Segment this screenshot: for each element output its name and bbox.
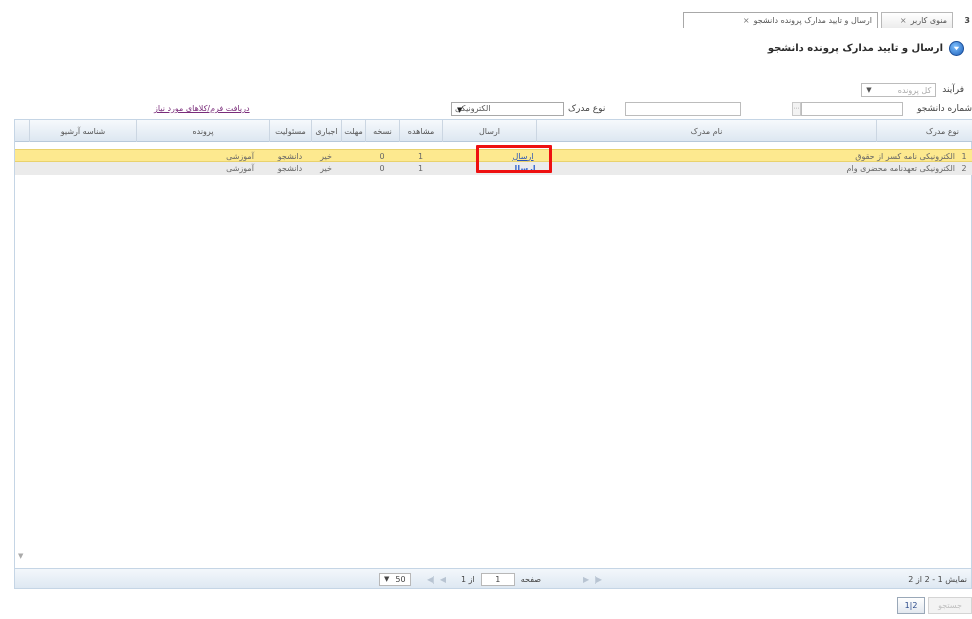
records-summary: نمایش 1 - 2 از 2 xyxy=(908,574,967,584)
col-view[interactable]: مشاهده xyxy=(399,120,442,142)
forms-download-link[interactable]: دریافت فرم/کلاهای مورد نیاز xyxy=(154,104,250,113)
tab-bar: 3 منوی کاربر × ارسال و تایید مدارک پروند… xyxy=(0,6,972,28)
mandatory-cell: خیر xyxy=(320,163,332,173)
tab-user-menu[interactable]: منوی کاربر × xyxy=(881,12,953,28)
page-title: ارسال و تایید مدارک پرونده دانشجو xyxy=(767,43,943,54)
responsible-cell: دانشجو xyxy=(277,151,303,161)
document-name: تعهدنامه محضری وام xyxy=(846,163,917,173)
page-label: صفحه xyxy=(520,574,542,584)
file-cell: آموزشی xyxy=(226,151,254,161)
grid-header: شناسه آرشیو پرونده مسئولیت اجباری مهلت ن… xyxy=(15,120,972,142)
student-number-label: شماره دانشجو xyxy=(917,103,972,114)
next-page-icon[interactable]: ◀ xyxy=(440,575,446,584)
col-mandatory[interactable]: اجباری xyxy=(311,120,341,142)
chevron-down-icon: ▼ xyxy=(457,105,463,114)
columns-button[interactable]: 1|2 xyxy=(897,597,925,614)
col-copy-count[interactable]: نسخه xyxy=(365,120,399,142)
row-number: 1 xyxy=(961,151,967,161)
col-deadline[interactable]: مهلت xyxy=(341,120,365,142)
row-number: 2 xyxy=(961,163,967,173)
filter-row: شماره دانشجو ⋯ نوع مدرک الکترونیکی ▼ دری… xyxy=(0,101,972,117)
scroll-down-icon[interactable]: ▼ xyxy=(18,552,23,560)
page-size-select[interactable]: ▼ 50 xyxy=(379,572,411,586)
col-file[interactable]: پرونده xyxy=(136,120,269,142)
col-archive-id[interactable]: شناسه آرشیو xyxy=(29,120,136,142)
responsible-cell: دانشجو xyxy=(277,163,303,173)
document-cell: الکترونیکی تعهدنامه محضری وام xyxy=(685,162,955,174)
document-search-input[interactable] xyxy=(625,101,741,116)
document-type-value: الکترونیکی xyxy=(919,163,956,173)
document-name: نامه کسر از حقوق xyxy=(855,151,917,161)
col-document-type[interactable]: نوع مدرک xyxy=(876,120,972,142)
col-document-name[interactable]: نام مدرک xyxy=(536,120,876,142)
view-cell: 1 xyxy=(417,151,424,161)
page-heading: ارسال و تایید مدارک پرونده دانشجو xyxy=(768,41,964,56)
previous-page-icon[interactable]: ▶ xyxy=(583,575,589,584)
page-size-value: 50 xyxy=(395,574,406,584)
copy-cell: 0 xyxy=(379,151,385,161)
mandatory-cell: خیر xyxy=(320,151,332,161)
col-send[interactable]: ارسال xyxy=(442,120,536,142)
first-page-icon[interactable]: |▶ xyxy=(594,575,602,584)
page-of-label: از 1 xyxy=(461,574,475,584)
process-placeholder: کل پرونده xyxy=(897,85,932,95)
tab-label: ارسال و تایید مدارک پرونده دانشجو xyxy=(753,16,872,25)
tab-document-submission[interactable]: ارسال و تایید مدارک پرونده دانشجو × xyxy=(683,12,878,28)
document-type-select[interactable]: الکترونیکی ▼ xyxy=(451,101,564,116)
document-type-label: نوع مدرک xyxy=(568,103,606,114)
chevron-down-icon: ▼ xyxy=(866,86,872,94)
lookup-button[interactable]: ⋯ xyxy=(792,101,801,116)
process-label: فرآیند xyxy=(942,85,964,95)
page-number-input[interactable]: 1 xyxy=(480,572,515,586)
close-icon[interactable]: × xyxy=(900,16,907,25)
arrow-circle-icon xyxy=(949,41,964,56)
bottom-toolbar: جستجو 1|2 xyxy=(862,597,972,615)
close-icon[interactable]: × xyxy=(743,16,750,25)
search-button[interactable]: جستجو xyxy=(928,597,972,614)
grid-pager: ▼ 50 ◀| ◀ صفحه 1 از 1 ▶ |▶ نمایش 1 - 2 ا… xyxy=(14,569,972,589)
last-page-icon[interactable]: ◀| xyxy=(427,575,435,584)
send-link-highlight xyxy=(476,145,552,173)
process-combo[interactable]: کل پرونده ▼ xyxy=(861,83,937,97)
view-cell: 1 xyxy=(417,163,424,173)
chevron-down-icon: ▼ xyxy=(384,575,390,583)
grid-scrollbar[interactable]: ▲ ▼ xyxy=(15,120,29,570)
document-cell: الکترونیکی نامه کسر از حقوق xyxy=(685,150,955,162)
student-number-input[interactable] xyxy=(801,101,903,116)
tab-label: منوی کاربر xyxy=(910,16,947,25)
document-type-value: الکترونیکی xyxy=(919,151,956,161)
documents-grid: ▲ ▼ شناسه آرشیو پرونده مسئولیت اجباری مه… xyxy=(14,119,972,569)
process-filter: فرآیند کل پرونده ▼ xyxy=(704,82,964,98)
copy-cell: 0 xyxy=(379,163,385,173)
col-responsible[interactable]: مسئولیت xyxy=(269,120,311,142)
home-tab[interactable]: 3 xyxy=(958,12,972,28)
file-cell: آموزشی xyxy=(226,163,254,173)
